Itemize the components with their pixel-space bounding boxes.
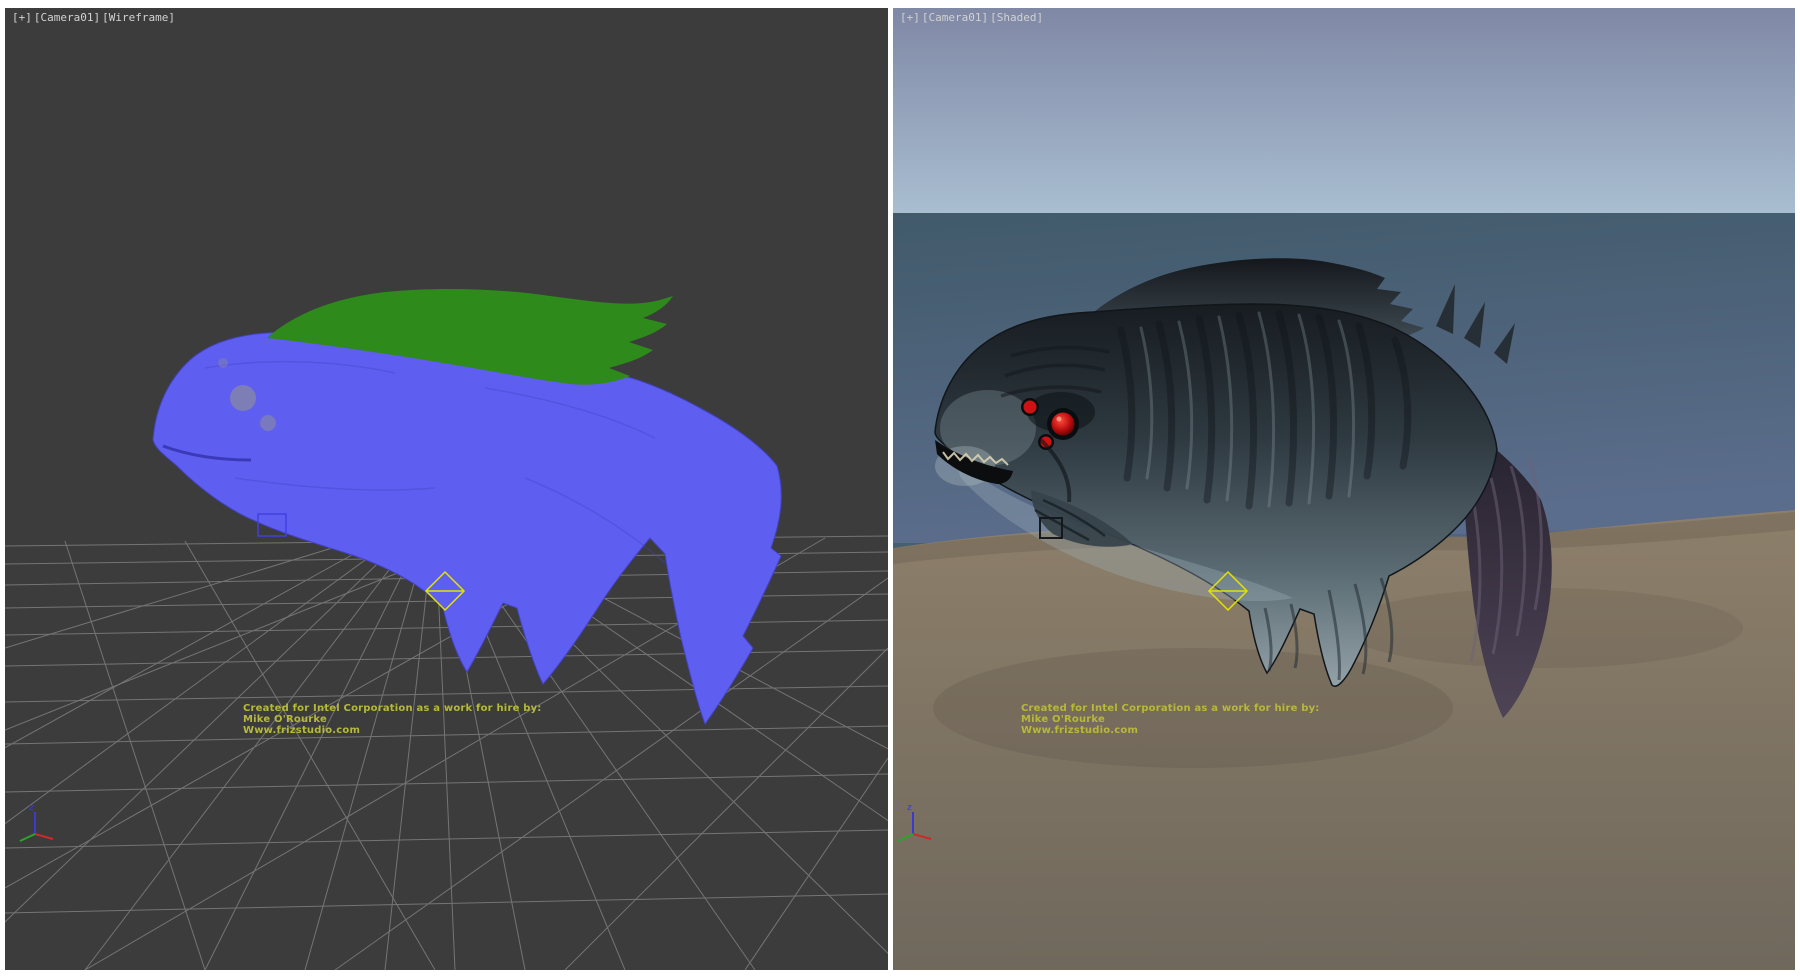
viewport-canvas-shaded[interactable]: Created for Intel Corporation as a work … bbox=[893, 8, 1795, 970]
viewport-menu-button[interactable]: [+] bbox=[900, 11, 920, 24]
viewport-camera-button[interactable]: [Camera01] bbox=[34, 11, 100, 24]
axis-z-label: z bbox=[29, 803, 34, 813]
fish-head-spot bbox=[218, 358, 228, 368]
axis-z-label: z bbox=[907, 803, 912, 813]
svg-text:Www.frizstudio.com: Www.frizstudio.com bbox=[1021, 725, 1138, 736]
eye-small bbox=[1024, 401, 1037, 414]
viewport-camera-button[interactable]: [Camera01] bbox=[922, 11, 988, 24]
fish-eye-spot bbox=[230, 385, 256, 411]
fish-model-wireframe[interactable] bbox=[153, 289, 781, 724]
svg-text:Created for Intel Corporation: Created for Intel Corporation as a work … bbox=[243, 703, 542, 714]
viewport-label: [+] [Camera01] [Wireframe] bbox=[12, 11, 175, 24]
viewport-shading-button[interactable]: [Shaded] bbox=[990, 11, 1043, 24]
svg-text:Created for Intel Corporation: Created for Intel Corporation as a work … bbox=[1021, 703, 1320, 714]
eye-highlight bbox=[1057, 417, 1062, 422]
svg-text:Mike O'Rourke: Mike O'Rourke bbox=[1021, 714, 1105, 725]
viewport-shading-button[interactable]: [Wireframe] bbox=[102, 11, 175, 24]
viewport-canvas-wireframe[interactable]: Created for Intel Corporation as a work … bbox=[5, 8, 888, 970]
viewport-label: [+] [Camera01] [Shaded] bbox=[900, 11, 1043, 24]
sky bbox=[893, 8, 1795, 213]
viewport-wireframe[interactable]: [+] [Camera01] [Wireframe] bbox=[5, 8, 888, 970]
eye-main bbox=[1052, 413, 1075, 436]
viewport-shaded[interactable]: [+] [Camera01] [Shaded] bbox=[893, 8, 1795, 970]
svg-text:Mike O'Rourke: Mike O'Rourke bbox=[243, 714, 327, 725]
viewport-menu-button[interactable]: [+] bbox=[12, 11, 32, 24]
fish-eye-spot-small bbox=[260, 415, 276, 431]
svg-text:Www.frizstudio.com: Www.frizstudio.com bbox=[243, 725, 360, 736]
watermark-text: Created for Intel Corporation as a work … bbox=[243, 703, 542, 736]
